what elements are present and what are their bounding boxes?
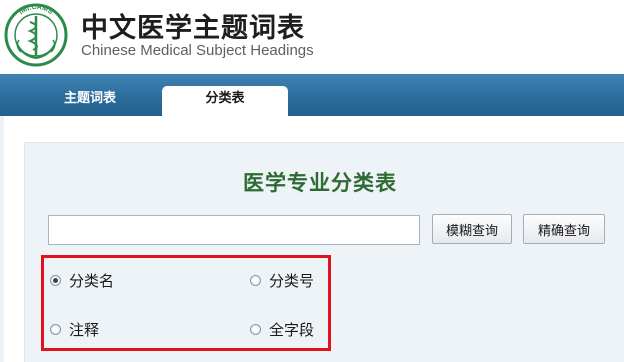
radio-all-fields[interactable]: 全字段 [250, 319, 314, 340]
radio-label: 全字段 [269, 321, 315, 339]
radio-unchecked-icon[interactable] [50, 324, 61, 335]
nav-bar: 主题词表 分类表 [0, 74, 624, 117]
tab-subject-headings[interactable]: 主题词表 [30, 86, 150, 116]
radio-label: 分类号 [269, 272, 315, 290]
search-input[interactable] [48, 215, 420, 245]
logo-emblem-icon: IMI.CAMS [4, 3, 68, 67]
site-subtitle: Chinese Medical Subject Headings [81, 42, 314, 59]
exact-search-button[interactable]: 精确查询 [523, 214, 605, 244]
radio-unchecked-icon[interactable] [250, 324, 261, 335]
site-title: 中文医学主题词表 [81, 13, 305, 44]
header: IMI.CAMS 中文医学主题词表 Chinese Medical Subjec… [0, 0, 624, 74]
left-edge [0, 116, 4, 362]
radio-classification-number[interactable]: 分类号 [250, 270, 314, 291]
panel-title: 医学专业分类表 [243, 170, 397, 195]
fuzzy-search-button[interactable]: 模糊查询 [432, 214, 512, 244]
radio-label: 分类名 [69, 272, 115, 290]
radio-checked-icon[interactable] [50, 275, 61, 286]
radio-annotation[interactable]: 注释 [50, 319, 99, 340]
radio-unchecked-icon[interactable] [250, 275, 261, 286]
radio-label: 注释 [69, 321, 100, 339]
tab-classification[interactable]: 分类表 [162, 86, 288, 117]
radio-classification-name[interactable]: 分类名 [50, 270, 114, 291]
